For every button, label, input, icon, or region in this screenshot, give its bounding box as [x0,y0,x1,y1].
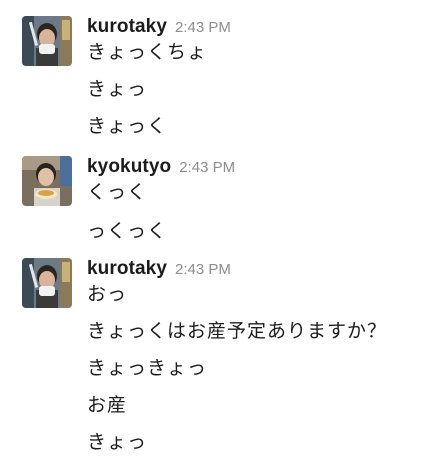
message-text: きょっきょっ [87,357,208,379]
message-text: おっ [87,283,128,305]
message-header: kyokutyo 2:43 PM [87,156,235,178]
message-text: きょっくはお産予定ありますか？ [87,320,388,342]
message-text: きょっく [87,115,168,137]
message-text: きょっくちょ [87,41,208,63]
avatar[interactable] [22,258,72,308]
message-header: kurotaky 2:43 PM [87,258,231,280]
message-text: っくっく [87,220,168,242]
message-text: お産 [87,394,128,416]
user-avatar-food-icon [22,156,72,206]
username[interactable]: kurotaky [87,16,167,37]
user-avatar-eating-icon [22,258,72,308]
message-text: きょっ [87,431,148,453]
timestamp[interactable]: 2:43 PM [175,261,231,278]
user-avatar-eating-icon [22,16,72,66]
username[interactable]: kyokutyo [87,156,171,177]
timestamp[interactable]: 2:43 PM [175,19,231,36]
message-text: くっく [87,181,148,203]
avatar[interactable] [22,156,72,206]
username[interactable]: kurotaky [87,258,167,279]
avatar[interactable] [22,16,72,66]
message-header: kurotaky 2:43 PM [87,16,231,38]
message-text: きょっ [87,78,148,100]
timestamp[interactable]: 2:43 PM [179,159,235,176]
